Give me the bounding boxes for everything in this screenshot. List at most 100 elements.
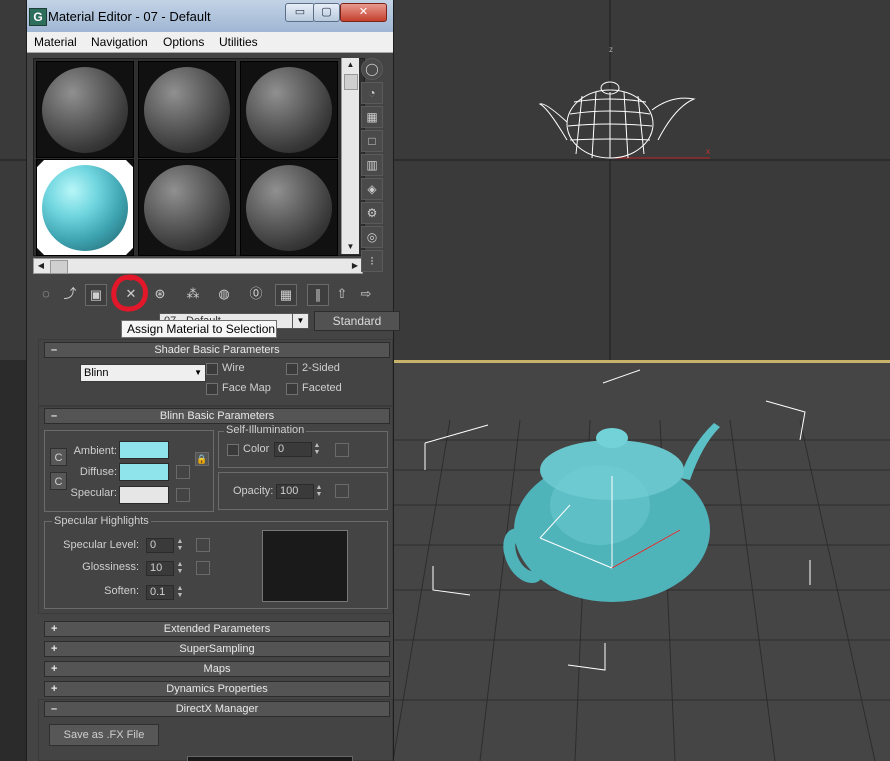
faceted-checkbox[interactable] [286,383,298,395]
show-shaded-material-icon[interactable]: ▦ [275,284,297,306]
slots-vertical-scrollbar[interactable]: ▲ ▼ [341,58,359,254]
slot-corner [37,160,45,168]
soften-field[interactable]: 0.1 [146,585,174,600]
specular-color-swatch[interactable] [119,486,169,504]
rollout-supersampling[interactable]: + SuperSampling [44,641,390,657]
make-unique-icon[interactable]: ⁂ [182,284,204,306]
menu-utilities[interactable]: Utilities [219,35,258,49]
soften-label: Soften: [104,585,139,597]
lock-ambient-diffuse-button[interactable]: C [50,448,67,466]
material-editor-window[interactable]: G Material Editor - 07 - Default ▭ ▢ ✕ M… [27,0,400,761]
slots-horizontal-scrollbar[interactable]: ◀ ▶ [33,258,363,274]
go-forward-to-sibling-icon[interactable]: ⇨ [355,284,377,306]
title-bar[interactable]: G Material Editor - 07 - Default ▭ ▢ ✕ [27,0,393,33]
faceted-label: Faceted [302,382,342,394]
minimize-button[interactable]: ▭ [285,3,315,22]
assign-material-to-selection-icon[interactable]: ▣ [85,284,107,306]
collapse-icon: – [51,344,58,356]
lock-icon[interactable]: 🔒 [195,452,209,466]
put-to-library-icon[interactable]: ◍ [213,284,235,306]
face-map-checkbox[interactable] [206,383,218,395]
spinner-arrows-icon[interactable]: ▲ ▼ [175,585,185,600]
glossiness-label: Glossiness: [82,561,139,573]
video-color-check-icon[interactable]: ▥ [361,154,383,176]
select-by-material-icon[interactable]: ◎ [361,226,383,248]
material-sphere [246,67,332,153]
spinner-arrows-icon[interactable]: ▲ ▼ [175,538,185,553]
scroll-left-icon[interactable]: ◀ [34,259,48,273]
specular-map-button[interactable] [176,488,190,502]
opacity-map-button[interactable] [335,484,349,498]
background-icon[interactable]: ▦ [361,106,383,128]
scroll-right-icon[interactable]: ▶ [348,259,362,273]
sample-slot[interactable] [138,159,236,256]
diffuse-color-swatch[interactable] [119,463,169,481]
glossiness-map-button[interactable] [196,561,210,575]
diffuse-map-button[interactable] [176,465,190,479]
window-title: Material Editor - 07 - Default [48,9,211,24]
app-logo-icon: G [29,8,47,26]
sample-slot[interactable] [240,61,338,158]
perspective-viewport[interactable] [392,363,890,761]
sample-slot[interactable] [138,61,236,158]
rollout-shader-basic[interactable]: – Shader Basic Parameters [44,342,390,358]
directx-field[interactable] [187,756,353,761]
make-copy-icon[interactable]: ⊛ [149,284,171,306]
spinner-arrows-icon[interactable]: ▲ ▼ [175,561,185,576]
material-sphere [42,67,128,153]
sample-slot[interactable] [36,61,134,158]
maximize-button[interactable]: ▢ [313,3,340,22]
ambient-color-swatch[interactable] [119,441,169,459]
scroll-thumb[interactable] [50,260,68,274]
menu-navigation[interactable]: Navigation [91,35,148,49]
rollout-dynamics[interactable]: + Dynamics Properties [44,681,390,697]
scroll-up-icon[interactable]: ▲ [342,58,359,72]
self-illum-map-button[interactable] [335,443,349,457]
dropdown-arrow-icon: ▼ [194,368,202,377]
menu-material[interactable]: Material [34,35,77,49]
rollout-maps[interactable]: + Maps [44,661,390,677]
go-to-parent-icon[interactable]: ⇧ [331,284,353,306]
save-fx-file-button[interactable]: Save as .FX File [49,724,159,746]
uv-tiling-icon[interactable]: □ [361,130,383,152]
rollout-blinn-basic[interactable]: – Blinn Basic Parameters [44,408,390,424]
face-map-label: Face Map [222,382,271,394]
sample-slot[interactable] [240,159,338,256]
wire-checkbox[interactable] [206,363,218,375]
spinner-arrows-icon[interactable]: ▲ ▼ [312,442,322,457]
self-illum-color-checkbox[interactable] [227,444,239,456]
specular-level-map-button[interactable] [196,538,210,552]
material-type-button[interactable]: Standard [314,311,400,331]
opacity-label: Opacity: [233,485,274,497]
glossiness-field[interactable]: 10 [146,561,174,576]
rollout-directx[interactable]: – DirectX Manager [44,701,390,717]
sample-slot-active[interactable] [36,159,134,256]
specular-level-label: Specular Level: [63,539,139,551]
self-illum-value-field[interactable]: 0 [274,442,312,457]
axis-x-label: x [706,147,710,156]
show-end-result-icon[interactable]: ∥ [307,284,329,306]
sample-type-icon[interactable]: ◯ [361,58,383,80]
get-material-icon[interactable]: ◌ [35,284,57,306]
material-name-dropdown-icon[interactable]: ▼ [292,313,309,329]
two-sided-checkbox[interactable] [286,363,298,375]
options-icon[interactable]: ⚙ [361,202,383,224]
put-to-scene-icon[interactable]: ⤴ [59,284,81,306]
spinner-arrows-icon[interactable]: ▲ ▼ [314,484,324,499]
scroll-thumb[interactable] [344,74,358,90]
expand-icon: + [51,683,58,695]
shader-type-dropdown[interactable]: Blinn ▼ [80,364,206,382]
menu-options[interactable]: Options [163,35,204,49]
make-preview-icon[interactable]: ◈ [361,178,383,200]
backlight-icon[interactable]: ◔ [361,82,383,104]
expand-icon: + [51,663,58,675]
wire-label: Wire [222,362,245,374]
close-button[interactable]: ✕ [340,3,387,22]
opacity-value-field[interactable]: 100 [276,484,314,499]
rollout-extended[interactable]: + Extended Parameters [44,621,390,637]
material-id-channel-icon[interactable]: ⓪ [245,284,267,306]
scroll-down-icon[interactable]: ▼ [342,240,359,254]
specular-level-field[interactable]: 0 [146,538,174,553]
material-sphere [144,165,230,251]
material-map-navigator-icon[interactable]: ⁝ [361,250,383,272]
